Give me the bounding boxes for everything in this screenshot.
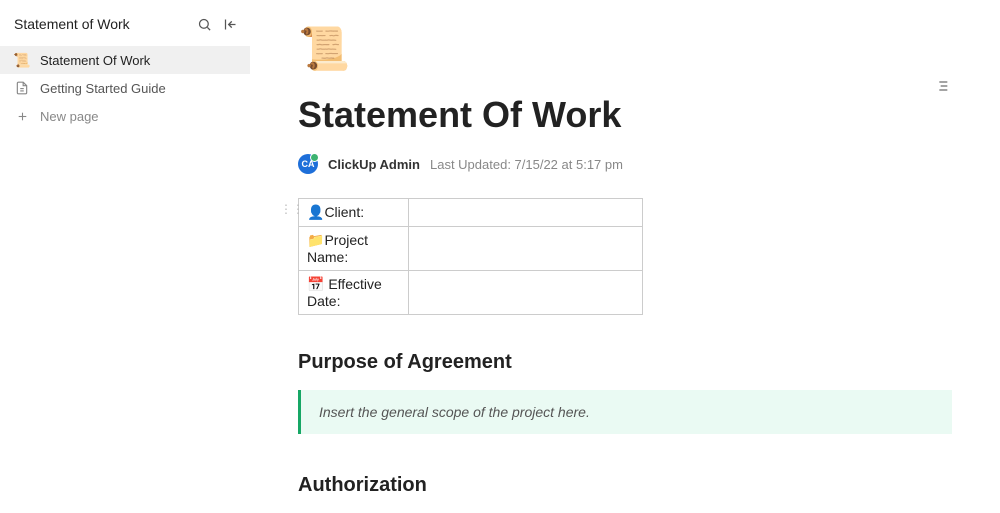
sidebar-header: Statement of Work [0, 12, 250, 46]
document-icon [14, 80, 30, 96]
callout-text: Insert the general scope of the project … [319, 404, 590, 420]
section-heading-authorization[interactable]: Authorization [298, 474, 952, 497]
table-cell-value[interactable] [409, 199, 643, 227]
table-cell-value[interactable] [409, 227, 643, 271]
sidebar-new-page[interactable]: New page [0, 102, 250, 130]
author-name: ClickUp Admin [328, 157, 420, 172]
table-row[interactable]: 👤Client: [299, 199, 643, 227]
sidebar-item-label: Getting Started Guide [40, 81, 166, 96]
table-row[interactable]: 📁Project Name: [299, 227, 643, 271]
table-cell-label[interactable]: 📅 Effective Date: [299, 271, 409, 315]
plus-icon [14, 108, 30, 124]
callout-purpose[interactable]: Insert the general scope of the project … [298, 390, 952, 434]
doc-meta: CA ClickUp Admin Last Updated: 7/15/22 a… [298, 154, 952, 174]
scroll-icon: 📜 [14, 52, 30, 68]
sidebar-item-label: New page [40, 109, 99, 124]
author-avatar[interactable]: CA [298, 154, 318, 174]
table-row[interactable]: 📅 Effective Date: [299, 271, 643, 315]
sidebar-item-label: Statement Of Work [40, 53, 150, 68]
sidebar: Statement of Work 📜 Statement Of Work Ge… [0, 0, 250, 513]
table-cell-value[interactable] [409, 271, 643, 315]
outline-toggle-icon[interactable] [934, 78, 950, 99]
collapse-sidebar-icon[interactable] [222, 16, 238, 32]
section-heading-purpose[interactable]: Purpose of Agreement [298, 351, 952, 374]
sidebar-header-icons [196, 16, 238, 32]
page-title[interactable]: Statement Of Work [298, 94, 952, 136]
search-icon[interactable] [196, 16, 212, 32]
sidebar-item-getting-started[interactable]: Getting Started Guide [0, 74, 250, 102]
sidebar-title: Statement of Work [14, 16, 130, 32]
table-cell-label[interactable]: 👤Client: [299, 199, 409, 227]
table-cell-label[interactable]: 📁Project Name: [299, 227, 409, 271]
drag-handle-icon[interactable]: ⋮⋮ [280, 202, 304, 216]
doc-cover-icon[interactable]: 📜 [298, 28, 346, 76]
document-body: 📜 Statement Of Work CA ClickUp Admin Las… [250, 0, 1000, 513]
last-updated: Last Updated: 7/15/22 at 5:17 pm [430, 157, 623, 172]
info-table[interactable]: 👤Client: 📁Project Name: 📅 Effective Date… [298, 198, 643, 315]
sidebar-item-statement-of-work[interactable]: 📜 Statement Of Work [0, 46, 250, 74]
info-table-block: ⋮⋮ 👤Client: 📁Project Name: 📅 Effective D… [298, 198, 952, 315]
